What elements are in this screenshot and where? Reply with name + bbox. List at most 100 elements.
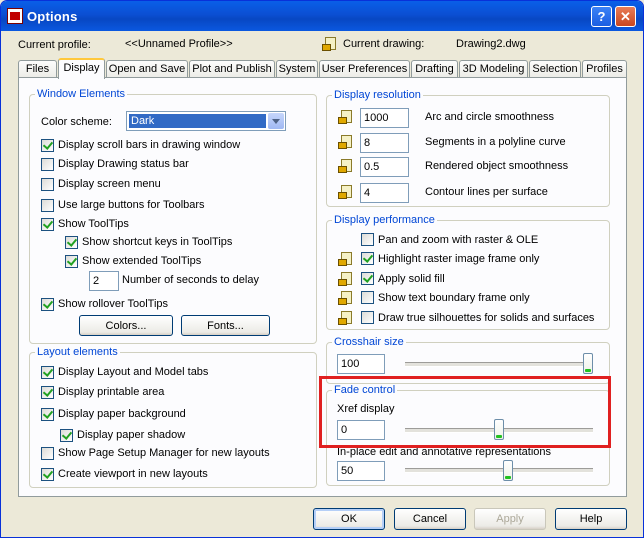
tab-label: User Preferences [321,63,408,75]
color-scheme-value: Dark [129,114,266,128]
extended-tooltips-checkbox[interactable] [65,255,78,268]
layout-model-tabs-checkbox[interactable] [41,366,54,379]
cancel-button[interactable]: Cancel [394,508,466,530]
drawing-file-icon [338,271,354,287]
tab-user-preferences[interactable]: User Preferences [319,60,410,78]
tab-drafting[interactable]: Drafting [411,60,458,78]
delay-seconds-input[interactable]: 2 [89,271,119,291]
rollover-tooltips-checkbox[interactable] [41,298,54,311]
apply-button[interactable]: Apply [474,508,546,530]
drawing-file-icon [338,290,354,306]
inplace-slider-thumb[interactable] [503,460,513,481]
drawing-file-icon [338,109,354,125]
screen-menu-checkbox[interactable] [41,178,54,191]
true-silhouettes-label: Draw true silhouettes for solids and sur… [378,312,595,324]
drawing-file-icon [338,134,354,150]
current-drawing-value: Drawing2.dwg [456,38,526,50]
tab-label: Display [63,62,100,74]
paper-shadow-label: Display paper shadow [77,429,186,441]
title-bar[interactable]: Options ? ✕ [1,1,643,31]
tab-display[interactable]: Display [58,58,105,79]
create-viewport-label: Create viewport in new layouts [58,468,208,480]
display-performance-title: Display performance [332,214,437,226]
help-button[interactable]: Help [555,508,627,530]
crosshair-slider-track[interactable] [405,362,593,367]
contour-lines-input[interactable]: 4 [360,183,409,203]
drawing-file-icon [338,158,354,174]
tab-label: Profiles [586,63,623,75]
inplace-slider-track[interactable] [405,468,593,473]
chevron-down-icon[interactable] [268,113,284,129]
tab-selection[interactable]: Selection [529,60,581,78]
large-buttons-checkbox[interactable] [41,199,54,212]
tab-label: Files [25,63,50,75]
tab-plot-and-publish[interactable]: Plot and Publish [189,60,275,78]
pan-zoom-raster-label: Pan and zoom with raster & OLE [378,234,539,246]
paper-background-checkbox[interactable] [41,408,54,421]
color-scheme-select[interactable]: Dark [126,111,286,131]
color-scheme-label: Color scheme: [41,116,112,128]
tab-label: Plot and Publish [192,63,272,75]
tab-system[interactable]: System [276,60,318,78]
rendered-smoothness-input[interactable]: 0.5 [360,157,409,177]
drawing-status-bar-label: Display Drawing status bar [58,158,189,170]
true-silhouettes-checkbox[interactable] [361,311,374,324]
fade-control-highlight [319,376,611,448]
help-title-button[interactable]: ? [591,6,612,27]
display-resolution-title: Display resolution [332,89,423,101]
inplace-edit-input[interactable]: 50 [337,461,385,481]
window-title: Options [27,9,78,24]
polyline-segments-input[interactable]: 8 [360,133,409,153]
screen-menu-label: Display screen menu [58,178,161,190]
tab-files[interactable]: Files [18,60,57,78]
tab-label: 3D Modeling [462,63,525,75]
tab-open-and-save[interactable]: Open and Save [106,60,188,78]
drawing-file-icon [322,36,338,52]
drawing-file-icon [338,251,354,267]
highlight-raster-frame-checkbox[interactable] [361,252,374,265]
tab-label: Selection [532,63,578,75]
layout-elements-title: Layout elements [35,346,120,358]
close-button[interactable]: ✕ [615,6,636,27]
pan-zoom-raster-checkbox[interactable] [361,233,374,246]
autocad-app-icon [7,8,23,24]
window-elements-title: Window Elements [35,88,128,100]
tab-3d-modeling[interactable]: 3D Modeling [459,60,528,78]
scroll-bars-label: Display scroll bars in drawing window [58,139,241,151]
scroll-bars-checkbox[interactable] [41,139,54,152]
create-viewport-checkbox[interactable] [41,468,54,481]
shortcut-keys-checkbox[interactable] [65,236,78,249]
crosshair-slider-thumb[interactable] [583,353,593,374]
paper-shadow-checkbox[interactable] [60,429,73,442]
page-setup-manager-checkbox[interactable] [41,447,54,460]
delay-seconds-label: Number of seconds to delay [122,274,259,286]
drawing-file-icon [338,184,354,200]
page-setup-manager-label: Show Page Setup Manager for new layouts [58,447,270,459]
layout-model-tabs-label: Display Layout and Model tabs [58,366,209,378]
rendered-smoothness-label: Rendered object smoothness [425,160,569,172]
contour-lines-label: Contour lines per surface [425,186,548,198]
polyline-segments-label: Segments in a polyline curve [425,136,566,148]
text-boundary-frame-checkbox[interactable] [361,291,374,304]
colors-button[interactable]: Colors... [79,315,173,336]
current-profile-value: <<Unnamed Profile>> [125,38,233,50]
ok-button[interactable]: OK [313,508,385,530]
apply-solid-fill-checkbox[interactable] [361,272,374,285]
arc-smoothness-input[interactable]: 1000 [360,108,409,128]
crosshair-size-title: Crosshair size [332,336,406,348]
tab-label: Drafting [415,63,454,75]
show-tooltips-checkbox[interactable] [41,218,54,231]
shortcut-keys-label: Show shortcut keys in ToolTips [82,236,233,248]
tab-profiles[interactable]: Profiles [582,60,627,78]
crosshair-size-input[interactable]: 100 [337,354,385,374]
tab-label: Open and Save [108,63,186,75]
arc-smoothness-label: Arc and circle smoothness [425,111,554,123]
apply-solid-fill-label: Apply solid fill [378,273,445,285]
show-tooltips-label: Show ToolTips [58,218,129,230]
fonts-button[interactable]: Fonts... [181,315,270,336]
text-boundary-frame-label: Show text boundary frame only [378,292,530,304]
drawing-file-icon [338,310,354,326]
drawing-status-bar-checkbox[interactable] [41,158,54,171]
printable-area-checkbox[interactable] [41,386,54,399]
paper-background-label: Display paper background [58,408,186,420]
